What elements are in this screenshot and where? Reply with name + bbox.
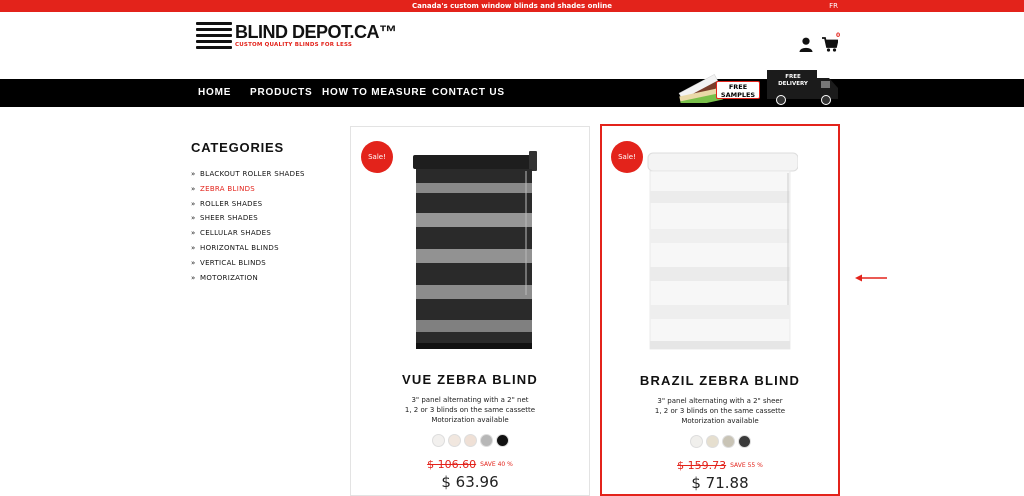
free-delivery-line1: FREE — [785, 74, 801, 80]
description-line: Motorization available — [431, 416, 509, 424]
category-horizontal-blinds[interactable]: » HORIZONTAL BLINDS — [191, 241, 341, 256]
free-delivery-line2: DELIVERY — [778, 81, 808, 87]
user-icon[interactable] — [799, 37, 813, 52]
cart-icon[interactable] — [822, 37, 838, 52]
save-percent: SAVE 40 % — [480, 461, 513, 468]
category-label: VERTICAL BLINDS — [200, 258, 267, 267]
nav-how-to-measure[interactable]: HOW TO MEASURE — [322, 79, 427, 107]
product-description: 3" panel alternating with a 2" net 1, 2 … — [351, 395, 589, 425]
logo-tagline: CUSTOM QUALITY BLINDS FOR LESS — [235, 42, 353, 48]
product-image-vue-zebra[interactable] — [383, 145, 553, 355]
color-swatches — [351, 434, 589, 447]
top-announcement-bar: Canada's custom window blinds and shades… — [0, 0, 1024, 12]
current-price: $ 71.88 — [691, 474, 749, 492]
announcement-text: Canada's custom window blinds and shades… — [412, 2, 612, 10]
chevron-right-icon: » — [191, 229, 196, 238]
product-title[interactable]: BRAZIL ZEBRA BLIND — [602, 373, 838, 388]
nav-home[interactable]: HOME — [198, 79, 231, 107]
color-swatches — [602, 435, 838, 448]
old-price-row: $ 106.60 SAVE 40 % — [351, 458, 589, 471]
chevron-right-icon: » — [191, 243, 196, 252]
color-swatch[interactable] — [463, 434, 477, 447]
color-swatch[interactable] — [737, 435, 751, 448]
old-price: $ 159.73 — [677, 459, 727, 472]
main-nav: HOME PRODUCTS HOW TO MEASURE CONTACT US — [0, 79, 1024, 107]
chevron-right-icon: » — [191, 199, 196, 208]
description-line: 1, 2 or 3 blinds on the same cassette — [654, 407, 786, 415]
logo-name: BLIND DEPOT.CA™ — [235, 22, 397, 42]
left-arrow-icon — [855, 274, 887, 282]
old-price: $ 106.60 — [427, 458, 477, 471]
categories-title: CATEGORIES — [191, 140, 284, 155]
category-cellular-shades[interactable]: » CELLULAR SHADES — [191, 226, 341, 241]
free-samples-line1: FREE — [728, 83, 748, 91]
description-line: 1, 2 or 3 blinds on the same cassette — [404, 406, 536, 414]
category-label: BLACKOUT ROLLER SHADES — [200, 170, 305, 178]
nav-contact-us[interactable]: CONTACT US — [432, 79, 505, 107]
color-swatch[interactable] — [447, 434, 461, 447]
category-sheer-shades[interactable]: » SHEER SHADES — [191, 211, 341, 226]
language-switch-link[interactable]: FR — [829, 0, 838, 12]
category-roller-shades[interactable]: » ROLLER SHADES — [191, 197, 341, 212]
description-line: 3" panel alternating with a 2" net — [411, 396, 529, 404]
free-samples-line2: SAMPLES — [720, 91, 756, 99]
color-swatch[interactable] — [705, 435, 719, 448]
current-price: $ 63.96 — [441, 473, 499, 491]
color-swatch[interactable] — [689, 435, 703, 448]
chevron-right-icon: » — [191, 170, 196, 178]
color-swatch[interactable] — [479, 434, 493, 447]
product-image-brazil-zebra[interactable] — [628, 145, 798, 355]
category-label: ROLLER SHADES — [200, 199, 263, 208]
category-label: MOTORIZATION — [200, 273, 258, 282]
chevron-right-icon: » — [191, 214, 196, 223]
category-label: ZEBRA BLINDS — [200, 184, 256, 193]
chevron-right-icon: » — [191, 273, 196, 282]
chevron-right-icon: » — [191, 184, 196, 193]
category-zebra-blinds[interactable]: » ZEBRA BLINDS — [191, 182, 341, 197]
description-line: 3" panel alternating with a 2" sheer — [657, 397, 783, 405]
color-swatch[interactable] — [431, 434, 445, 447]
categories-sidebar: CATEGORIES » BLACKOUT ROLLER SHADES » ZEBR… — [191, 140, 341, 285]
color-swatch[interactable] — [495, 434, 509, 447]
category-label: SHEER SHADES — [200, 214, 258, 223]
color-swatch[interactable] — [721, 435, 735, 448]
save-percent: SAVE 55 % — [730, 462, 763, 469]
category-blackout-roller-shades[interactable]: » BLACKOUT ROLLER SHADES — [191, 167, 341, 182]
cart-count-badge: 0 — [836, 32, 841, 39]
site-header — [0, 12, 1024, 79]
description-line: Motorization available — [681, 417, 759, 425]
category-label: HORIZONTAL BLINDS — [200, 243, 279, 252]
free-delivery-label: FREE DELIVERY — [771, 74, 815, 88]
product-card-vue-zebra[interactable]: Sale! VUE ZEBRA BLIND 3" panel alternati… — [350, 126, 590, 496]
old-price-row: $ 159.73 SAVE 55 % — [602, 459, 838, 472]
product-description: 3" panel alternating with a 2" sheer 1, … — [602, 396, 838, 426]
site-logo[interactable]: BLIND DEPOT.CA™ CUSTOM QUALITY BLINDS FO… — [196, 22, 397, 56]
chevron-right-icon: » — [191, 258, 196, 267]
category-label: CELLULAR SHADES — [200, 229, 272, 238]
free-samples-button[interactable]: FREE SAMPLES — [716, 81, 760, 99]
product-title[interactable]: VUE ZEBRA BLIND — [351, 372, 589, 387]
category-vertical-blinds[interactable]: » VERTICAL BLINDS — [191, 256, 341, 271]
category-motorization[interactable]: » MOTORIZATION — [191, 271, 341, 286]
nav-products[interactable]: PRODUCTS — [250, 79, 313, 107]
product-card-brazil-zebra[interactable]: Sale! BRAZIL ZEBRA BLIND 3" panel altern… — [600, 124, 840, 496]
logo-stripes-icon — [196, 22, 232, 52]
